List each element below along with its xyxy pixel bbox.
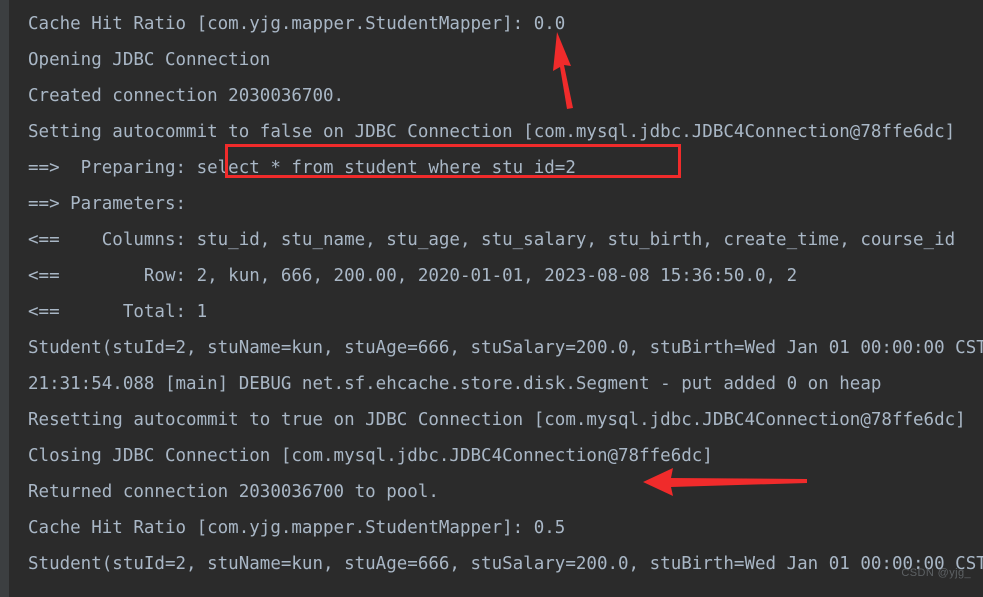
- log-line: Cache Hit Ratio [com.yjg.mapper.StudentM…: [28, 14, 566, 34]
- log-line: Returned connection 2030036700 to pool.: [28, 482, 439, 502]
- log-line: Resetting autocommit to true on JDBC Con…: [28, 410, 966, 430]
- log-line: Student(stuId=2, stuName=kun, stuAge=666…: [28, 338, 983, 358]
- log-line: Created connection 2030036700.: [28, 86, 345, 106]
- log-line-list: Cache Hit Ratio [com.yjg.mapper.StudentM…: [28, 6, 983, 597]
- log-line: ==> Parameters:: [28, 194, 187, 214]
- log-line: <== Columns: stu_id, stu_name, stu_age, …: [28, 230, 956, 250]
- log-line: Student(stuId=2, stuName=kun, stuAge=666…: [28, 554, 983, 574]
- log-line: Closing JDBC Connection [com.mysql.jdbc.…: [28, 446, 713, 466]
- watermark: CSDN @yjg_: [901, 567, 971, 579]
- log-line: Cache Hit Ratio [com.yjg.mapper.StudentM…: [28, 518, 566, 538]
- log-line: 21:31:54.088 [main] DEBUG net.sf.ehcache…: [28, 374, 882, 394]
- console-screenshot: Cache Hit Ratio [com.yjg.mapper.StudentM…: [0, 0, 983, 597]
- log-line-blank: [28, 582, 983, 597]
- log-line: ==> Preparing: select * from student whe…: [28, 158, 576, 178]
- console-output-panel[interactable]: Cache Hit Ratio [com.yjg.mapper.StudentM…: [9, 0, 983, 597]
- log-line: Opening JDBC Connection: [28, 50, 271, 70]
- console-gutter: [0, 0, 9, 597]
- log-line: Setting autocommit to false on JDBC Conn…: [28, 122, 956, 142]
- log-line: <== Total: 1: [28, 302, 208, 322]
- log-line: <== Row: 2, kun, 666, 200.00, 2020-01-01…: [28, 266, 798, 286]
